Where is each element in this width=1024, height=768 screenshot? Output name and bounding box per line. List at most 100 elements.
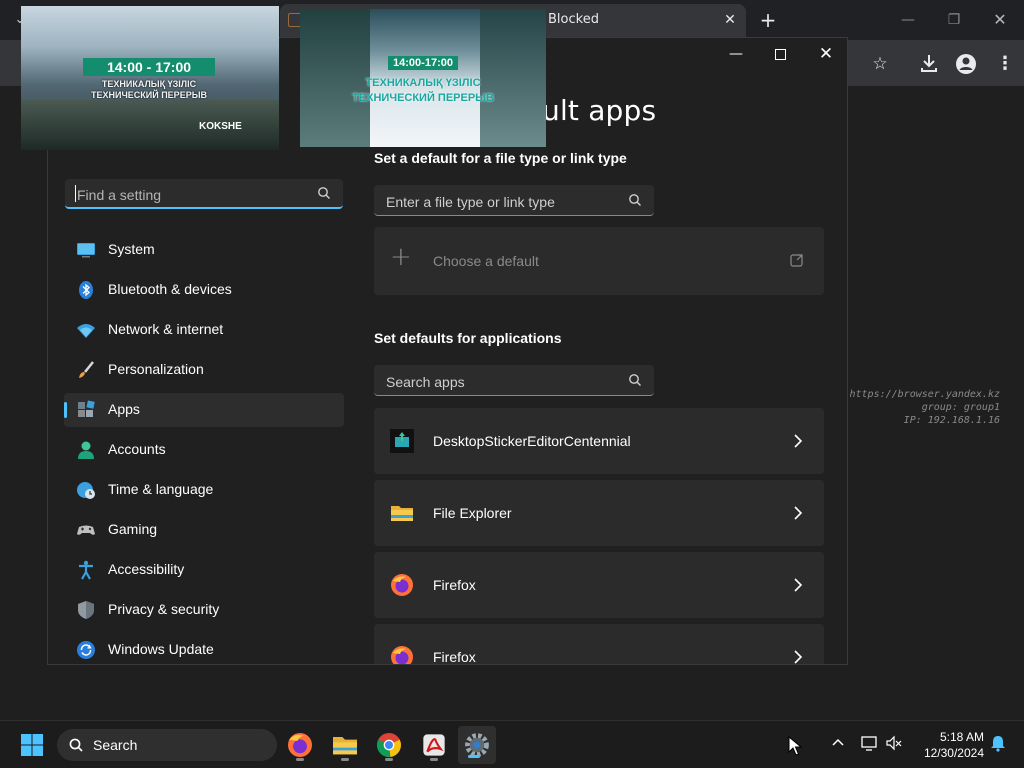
- firefox-icon: [391, 574, 413, 596]
- taskbar-search-label: Search: [93, 737, 138, 753]
- running-indicator: [430, 758, 438, 761]
- taskbar-firefox[interactable]: [284, 729, 316, 761]
- clock-globe-icon: [77, 482, 95, 499]
- nav-item-windows-update[interactable]: Windows Update: [64, 633, 344, 664]
- taskbar-search-box[interactable]: Search: [57, 729, 277, 761]
- chevron-right-icon: [794, 650, 803, 664]
- nav-label: Bluetooth & devices: [108, 281, 232, 297]
- overlay-video-thumbnail-2[interactable]: 14:00-17:00 ТЕХНИКАЛЫҚ ҮЗІЛІС ТЕХНИЧЕСКИ…: [300, 9, 546, 147]
- tab-close-icon[interactable]: ✕: [720, 10, 740, 30]
- watermark: https://browser.yandex.kz group: group1 …: [849, 388, 1000, 427]
- notification-bell-icon[interactable]: [988, 733, 1008, 753]
- download-icon[interactable]: [916, 50, 942, 76]
- nav-label: Gaming: [108, 521, 158, 537]
- new-tab-button[interactable]: +: [756, 8, 780, 32]
- settings-close-button[interactable]: ✕: [814, 42, 838, 66]
- firefox-icon: [391, 646, 413, 664]
- browser-close-button[interactable]: ✕: [988, 8, 1012, 32]
- watermark-group: group: group1: [921, 402, 1000, 413]
- banner-line-ru: ТЕХНИЧЕСКИЙ ПЕРЕРЫВ: [352, 92, 494, 104]
- gamepad-icon: [77, 525, 95, 535]
- nav-item-privacy[interactable]: Privacy & security: [64, 593, 344, 627]
- banner-line-ru: ТЕХНИЧЕСКИЙ ПЕРЕРЫВ: [90, 90, 208, 100]
- bluetooth-icon: [79, 281, 93, 299]
- app-name: Firefox: [433, 577, 476, 593]
- volume-muted-icon[interactable]: [884, 733, 904, 753]
- find-setting-field[interactable]: [65, 179, 343, 209]
- settings-maximize-button[interactable]: [768, 44, 792, 64]
- watermark-url: https://browser.yandex.kz: [849, 389, 1000, 400]
- text-caret: [75, 185, 76, 202]
- open-external-icon: [790, 254, 803, 267]
- taskbar-acrobat[interactable]: [418, 729, 450, 761]
- banner-line-kz: ТЕХНИКАЛЫҚ ҮЗІЛІС: [365, 77, 481, 89]
- system-clock[interactable]: 5:18 AM 12/30/2024: [912, 729, 984, 761]
- app-row-firefox[interactable]: Firefox: [374, 552, 824, 618]
- plus-icon: +: [390, 242, 412, 272]
- firefox-icon: [288, 733, 312, 757]
- nav-item-personalization[interactable]: Personalization: [64, 353, 344, 387]
- search-icon: [69, 738, 83, 752]
- update-icon: [77, 641, 95, 659]
- channel-logo: KOKSHE: [199, 121, 242, 132]
- search-icon: [629, 374, 641, 386]
- show-hidden-icons-chevron-icon[interactable]: [828, 733, 848, 753]
- find-setting-input[interactable]: [75, 184, 309, 206]
- profile-icon[interactable]: [954, 52, 978, 76]
- nav-label: Apps: [108, 401, 140, 417]
- nav-item-bluetooth[interactable]: Bluetooth & devices: [64, 273, 344, 307]
- folder-icon: [391, 506, 413, 521]
- nav-item-apps[interactable]: Apps: [64, 393, 344, 427]
- nav-item-network[interactable]: Network & internet: [64, 313, 344, 347]
- banner-time: 14:00 - 17:00: [83, 58, 215, 76]
- taskbar-settings[interactable]: [458, 726, 496, 764]
- apps-search-input[interactable]: [384, 371, 618, 393]
- taskbar-file-explorer[interactable]: [329, 729, 361, 761]
- acrobat-icon: [423, 734, 445, 756]
- nav-label: Accessibility: [108, 561, 185, 577]
- wifi-icon: [77, 324, 95, 338]
- browser-minimize-button[interactable]: —: [896, 8, 920, 32]
- nav-item-gaming[interactable]: Gaming: [64, 513, 344, 547]
- filetype-search-field[interactable]: [374, 185, 654, 216]
- chevron-right-icon: [794, 578, 803, 592]
- filetype-search-input[interactable]: [384, 191, 618, 213]
- running-indicator: [296, 758, 304, 761]
- network-icon[interactable]: [860, 733, 880, 753]
- settings-minimize-button[interactable]: —: [724, 44, 748, 64]
- app-row-firefox-2[interactable]: Firefox: [374, 624, 824, 665]
- accessibility-icon: [79, 560, 93, 580]
- app-name: DesktopStickerEditorCentennial: [433, 433, 631, 449]
- clock-date: 12/30/2024: [923, 746, 984, 760]
- brush-icon: [79, 361, 94, 378]
- gear-icon: [465, 733, 489, 757]
- person-icon: [78, 441, 94, 459]
- shield-icon: [78, 601, 94, 619]
- bookmark-star-icon[interactable]: ☆: [868, 52, 892, 76]
- nav-item-system[interactable]: System: [64, 233, 344, 267]
- nav-item-time-language[interactable]: Time & language: [64, 473, 344, 507]
- choose-default-card[interactable]: + Choose a default: [374, 227, 824, 295]
- folder-icon: [333, 737, 357, 755]
- app-row-sticker-editor[interactable]: DesktopStickerEditorCentennial: [374, 408, 824, 474]
- running-indicator: [385, 758, 393, 761]
- nav-item-accounts[interactable]: Accounts: [64, 433, 344, 467]
- search-icon: [629, 194, 641, 206]
- banner-line-kz: ТЕХНИКАЛЫҚ ҮЗІЛІС: [101, 79, 197, 89]
- nav-item-accessibility[interactable]: Accessibility: [64, 553, 344, 587]
- apps-search-field[interactable]: [374, 365, 654, 396]
- app-row-file-explorer[interactable]: File Explorer: [374, 480, 824, 546]
- selection-indicator: [64, 402, 67, 418]
- taskbar-chrome[interactable]: [373, 729, 405, 761]
- filetype-section-heading: Set a default for a file type or link ty…: [374, 150, 627, 166]
- windows-start-icon[interactable]: [20, 733, 44, 757]
- browser-menu-icon[interactable]: ⋮: [996, 52, 1014, 76]
- choose-default-label: Choose a default: [433, 253, 539, 269]
- running-indicator: [341, 758, 349, 761]
- sticker-editor-icon: [390, 429, 414, 453]
- nav-label: Privacy & security: [108, 601, 220, 617]
- overlay-video-thumbnail-1[interactable]: 14:00 - 17:00 ТЕХНИКАЛЫҚ ҮЗІЛІС ТЕХНИЧЕС…: [21, 6, 279, 150]
- app-name: Firefox: [433, 649, 476, 665]
- browser-restore-button[interactable]: ❐: [942, 8, 966, 32]
- chevron-right-icon: [794, 506, 803, 520]
